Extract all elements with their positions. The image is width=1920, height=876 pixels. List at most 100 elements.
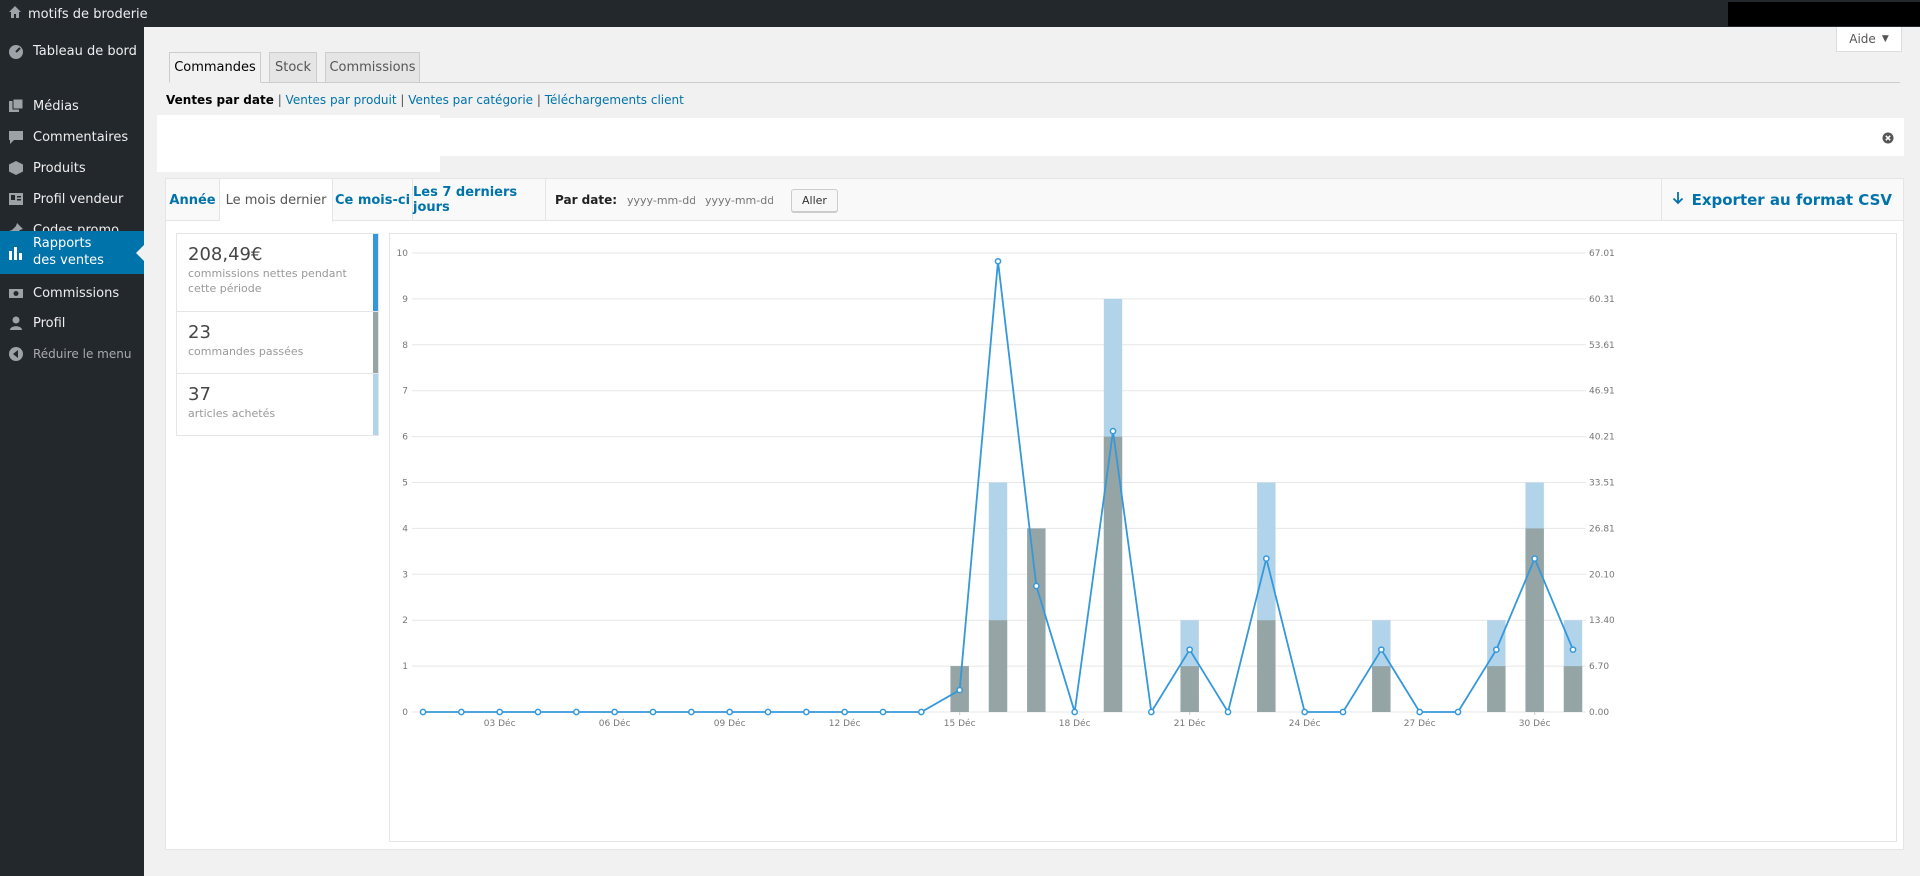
range-tab-last-7-days[interactable]: Les 7 derniers jours xyxy=(413,179,546,221)
end-date-input[interactable] xyxy=(703,192,776,208)
go-button[interactable]: Aller xyxy=(791,188,838,212)
legend-value: 208,49€ xyxy=(188,244,263,265)
start-date-input[interactable] xyxy=(625,192,698,208)
sidebar-item-dashboard[interactable]: Tableau de bord xyxy=(0,37,144,65)
sidebar-item-commissions[interactable]: Commissions xyxy=(0,279,144,307)
y-right-tick-label: 40.21 xyxy=(1589,433,1615,443)
collapse-menu-button[interactable]: Réduire le menu xyxy=(0,340,144,368)
y-right-tick-label: 13.40 xyxy=(1589,616,1615,626)
sidebar-item-label: Commentaires xyxy=(33,129,129,145)
y-right-tick-label: 26.81 xyxy=(1589,524,1615,534)
commission-point xyxy=(1186,646,1194,654)
report-panel: Année Le mois dernier Ce mois-ci Les 7 d… xyxy=(165,178,1904,850)
commission-point xyxy=(726,708,734,716)
x-tick-label: 24 Déc xyxy=(1289,718,1321,729)
legend-item-items[interactable]: 37 articles achetés xyxy=(177,374,378,436)
y-right-tick-label: 67.01 xyxy=(1589,249,1615,259)
nav-tabs-divider xyxy=(169,82,1900,83)
commission-point xyxy=(611,708,619,716)
y-left-tick-label: 10 xyxy=(397,249,409,259)
bar-orders xyxy=(1563,666,1583,712)
legend-value: 23 xyxy=(188,322,211,343)
by-date-label: Par date: xyxy=(555,193,618,207)
legend-color-bar xyxy=(373,312,378,373)
sales-chart-svg: 0 0.00 1 6.70 2 13.40 3 20.10 4 26.81 5 33.51 6 40.21… xyxy=(397,249,1615,729)
commission-point xyxy=(994,257,1002,265)
dismiss-icon[interactable] xyxy=(1882,129,1894,148)
y-right-tick-label: 60.31 xyxy=(1589,295,1615,305)
sidebar-item-comments[interactable]: Commentaires xyxy=(0,123,144,151)
tab-label: Stock xyxy=(275,60,311,75)
commission-point xyxy=(1147,708,1155,716)
subnav-link-customer-downloads[interactable]: Téléchargements client xyxy=(545,93,684,107)
commission-point xyxy=(1492,646,1500,654)
y-left-tick-label: 5 xyxy=(402,479,408,489)
range-tab-year[interactable]: Année xyxy=(166,179,220,221)
site-name-link[interactable]: motifs de broderie xyxy=(8,5,148,23)
help-button[interactable]: Aide ▼ xyxy=(1836,27,1902,52)
commission-point xyxy=(1224,708,1232,716)
tab-stock[interactable]: Stock xyxy=(269,52,317,83)
comments-icon xyxy=(8,129,24,145)
y-right-tick-label: 33.51 xyxy=(1589,479,1615,489)
x-tick-label: 03 Déc xyxy=(484,718,516,729)
commission-point xyxy=(572,708,580,716)
commission-point xyxy=(1301,708,1309,716)
legend-label: commandes passées xyxy=(188,345,304,358)
tab-label: Commissions xyxy=(329,60,416,75)
y-left-tick-label: 8 xyxy=(402,341,408,351)
sidebar-item-label: Réduire le menu xyxy=(33,347,132,361)
bar-orders xyxy=(988,620,1008,712)
y-left-tick-label: 4 xyxy=(402,524,408,534)
user-icon xyxy=(8,315,24,331)
bar-orders xyxy=(1372,666,1391,712)
admin-bar: motifs de broderie xyxy=(0,0,1920,27)
commission-point xyxy=(1531,555,1539,562)
sidebar-item-sales-reports[interactable]: Rapports des ventes xyxy=(0,231,144,274)
notice-blank-area xyxy=(157,115,440,172)
sidebar-item-products[interactable]: Produits xyxy=(0,154,144,182)
sidebar-item-label: Profil xyxy=(33,315,66,331)
legend-item-commissions[interactable]: 208,49€ commissions nettes pendant cette… xyxy=(177,234,378,312)
sidebar-item-vendor-profile[interactable]: Profil vendeur xyxy=(0,185,144,213)
sidebar-item-label: Tableau de bord xyxy=(33,43,137,59)
export-csv-button[interactable]: Exporter au format CSV xyxy=(1660,179,1903,221)
sidebar-item-media[interactable]: Médias xyxy=(0,92,144,120)
subnav-current: Ventes par date xyxy=(166,93,274,107)
tab-orders[interactable]: Commandes xyxy=(169,52,261,83)
x-tick-label: 12 Déc xyxy=(829,718,861,729)
dashboard-icon xyxy=(8,43,24,59)
commission-point xyxy=(1071,708,1079,716)
commission-point xyxy=(1454,708,1462,716)
commission-point xyxy=(457,708,465,716)
range-tab-last-month[interactable]: Le mois dernier xyxy=(220,179,333,222)
x-tick-label: 18 Déc xyxy=(1059,718,1091,729)
x-tick-label: 21 Déc xyxy=(1174,718,1206,729)
commission-point xyxy=(1109,427,1117,435)
y-right-tick-label: 20.10 xyxy=(1589,570,1615,580)
vendor-profile-icon xyxy=(8,191,24,207)
subnav-link-sales-by-category[interactable]: Ventes par catégorie xyxy=(408,93,533,107)
range-tab-label: Ce mois-ci xyxy=(334,192,411,208)
bar-orders xyxy=(1487,666,1506,712)
commission-point xyxy=(802,708,810,716)
sidebar-item-label: Rapports des ventes xyxy=(33,236,104,268)
x-tick-label: 09 Déc xyxy=(714,718,746,729)
x-tick-label: 30 Déc xyxy=(1519,718,1551,729)
legend-value: 37 xyxy=(188,384,211,405)
range-tab-label: Année xyxy=(169,192,216,208)
legend-item-orders[interactable]: 23 commandes passées xyxy=(177,312,378,374)
admin-sidebar: Tableau de bord Médias Commentaires Prod… xyxy=(0,27,144,876)
commission-point xyxy=(649,708,657,716)
sales-chart: 0 0.00 1 6.70 2 13.40 3 20.10 4 26.81 5 33.51 6 40.21… xyxy=(389,233,1897,842)
commission-point xyxy=(1262,555,1270,562)
bar-orders xyxy=(1257,620,1276,712)
range-tab-label: Les 7 derniers jours xyxy=(413,185,518,215)
bar-orders xyxy=(1180,666,1199,712)
legend-label: articles achetés xyxy=(188,407,276,420)
range-tab-this-month[interactable]: Ce mois-ci xyxy=(333,179,413,221)
subnav-link-sales-by-product[interactable]: Ventes par produit xyxy=(286,93,397,107)
sidebar-item-profile[interactable]: Profil xyxy=(0,309,144,337)
tab-commissions[interactable]: Commissions xyxy=(325,52,420,83)
report-subnav: Ventes par date | Ventes par produit | V… xyxy=(166,93,684,107)
